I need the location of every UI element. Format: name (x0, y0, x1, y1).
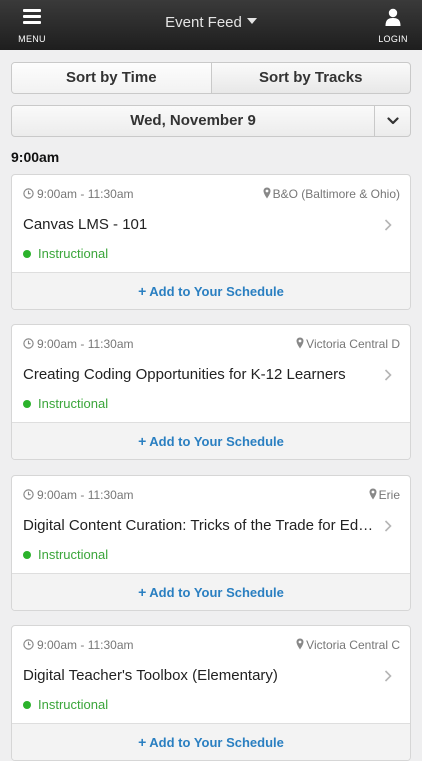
plus-icon: + (138, 734, 147, 750)
chevron-right-icon (384, 520, 392, 532)
session-time: 9:00am - 11:30am (23, 488, 134, 502)
session-time: 9:00am - 11:30am (23, 337, 134, 351)
session-card: 9:00am - 11:30am Erie Digital Content Cu… (11, 475, 411, 611)
plus-icon: + (138, 283, 147, 299)
sort-by-time-tab[interactable]: Sort by Time (12, 63, 211, 93)
time-group-heading: 9:00am (11, 149, 60, 165)
menu-button[interactable]: MENU (14, 6, 50, 46)
add-to-schedule-button[interactable]: + Add to Your Schedule (12, 422, 410, 459)
page-title: Event Feed (165, 14, 242, 31)
login-button[interactable]: LOGIN (374, 6, 412, 46)
session-title: Digital Content Curation: Tricks of the … (23, 517, 375, 534)
session-track: Instructional (23, 697, 108, 712)
clock-icon (23, 338, 34, 349)
chevron-right-icon (384, 369, 392, 381)
chevron-right-icon (384, 670, 392, 682)
add-to-schedule-button[interactable]: + Add to Your Schedule (12, 272, 410, 309)
session-title: Creating Coding Opportunities for K-12 L… (23, 366, 346, 383)
clock-icon (23, 188, 34, 199)
clock-icon (23, 639, 34, 650)
login-label: LOGIN (378, 34, 408, 44)
session-location: Victoria Central D (296, 337, 400, 351)
add-to-schedule-button[interactable]: + Add to Your Schedule (12, 723, 410, 760)
session-location: Erie (369, 488, 400, 502)
track-dot-icon (23, 551, 31, 559)
session-title: Digital Teacher's Toolbox (Elementary) (23, 667, 278, 684)
session-details-link[interactable]: 9:00am - 11:30am Victoria Central C Digi… (12, 626, 410, 723)
session-time: 9:00am - 11:30am (23, 187, 134, 201)
user-icon (385, 8, 401, 26)
chevron-right-icon (384, 219, 392, 231)
date-value: Wed, November 9 (130, 112, 256, 129)
map-pin-icon (296, 638, 304, 650)
track-dot-icon (23, 701, 31, 709)
chevron-down-icon (387, 117, 399, 125)
session-location: B&O (Baltimore & Ohio) (263, 187, 400, 201)
session-card: 9:00am - 11:30am Victoria Central D Crea… (11, 324, 411, 460)
session-details-link[interactable]: 9:00am - 11:30am Victoria Central D Crea… (12, 325, 410, 422)
sort-by-tracks-tab[interactable]: Sort by Tracks (210, 63, 411, 93)
add-to-schedule-button[interactable]: + Add to Your Schedule (12, 573, 410, 610)
caret-down-icon (246, 18, 257, 25)
date-toggle-button[interactable] (374, 106, 410, 136)
event-feed-dropdown[interactable]: Event Feed (140, 14, 282, 38)
map-pin-icon (263, 187, 271, 199)
session-card: 9:00am - 11:30am Victoria Central C Digi… (11, 625, 411, 761)
map-pin-icon (369, 488, 377, 500)
plus-icon: + (138, 584, 147, 600)
map-pin-icon (296, 337, 304, 349)
track-dot-icon (23, 250, 31, 258)
session-card: 9:00am - 11:30am B&O (Baltimore & Ohio) … (11, 174, 411, 310)
plus-icon: + (138, 433, 147, 449)
menu-label: MENU (18, 34, 46, 44)
track-dot-icon (23, 400, 31, 408)
session-location: Victoria Central C (296, 638, 400, 652)
date-selector[interactable]: Wed, November 9 (11, 105, 411, 137)
session-details-link[interactable]: 9:00am - 11:30am B&O (Baltimore & Ohio) … (12, 175, 410, 272)
hamburger-icon (23, 9, 41, 24)
session-time: 9:00am - 11:30am (23, 638, 134, 652)
sort-segmented-control: Sort by Time Sort by Tracks (11, 62, 411, 94)
session-track: Instructional (23, 246, 108, 261)
top-bar: MENU Event Feed LOGIN (0, 0, 422, 50)
session-title: Canvas LMS - 101 (23, 216, 148, 233)
session-track: Instructional (23, 396, 108, 411)
session-details-link[interactable]: 9:00am - 11:30am Erie Digital Content Cu… (12, 476, 410, 573)
clock-icon (23, 489, 34, 500)
session-track: Instructional (23, 547, 108, 562)
